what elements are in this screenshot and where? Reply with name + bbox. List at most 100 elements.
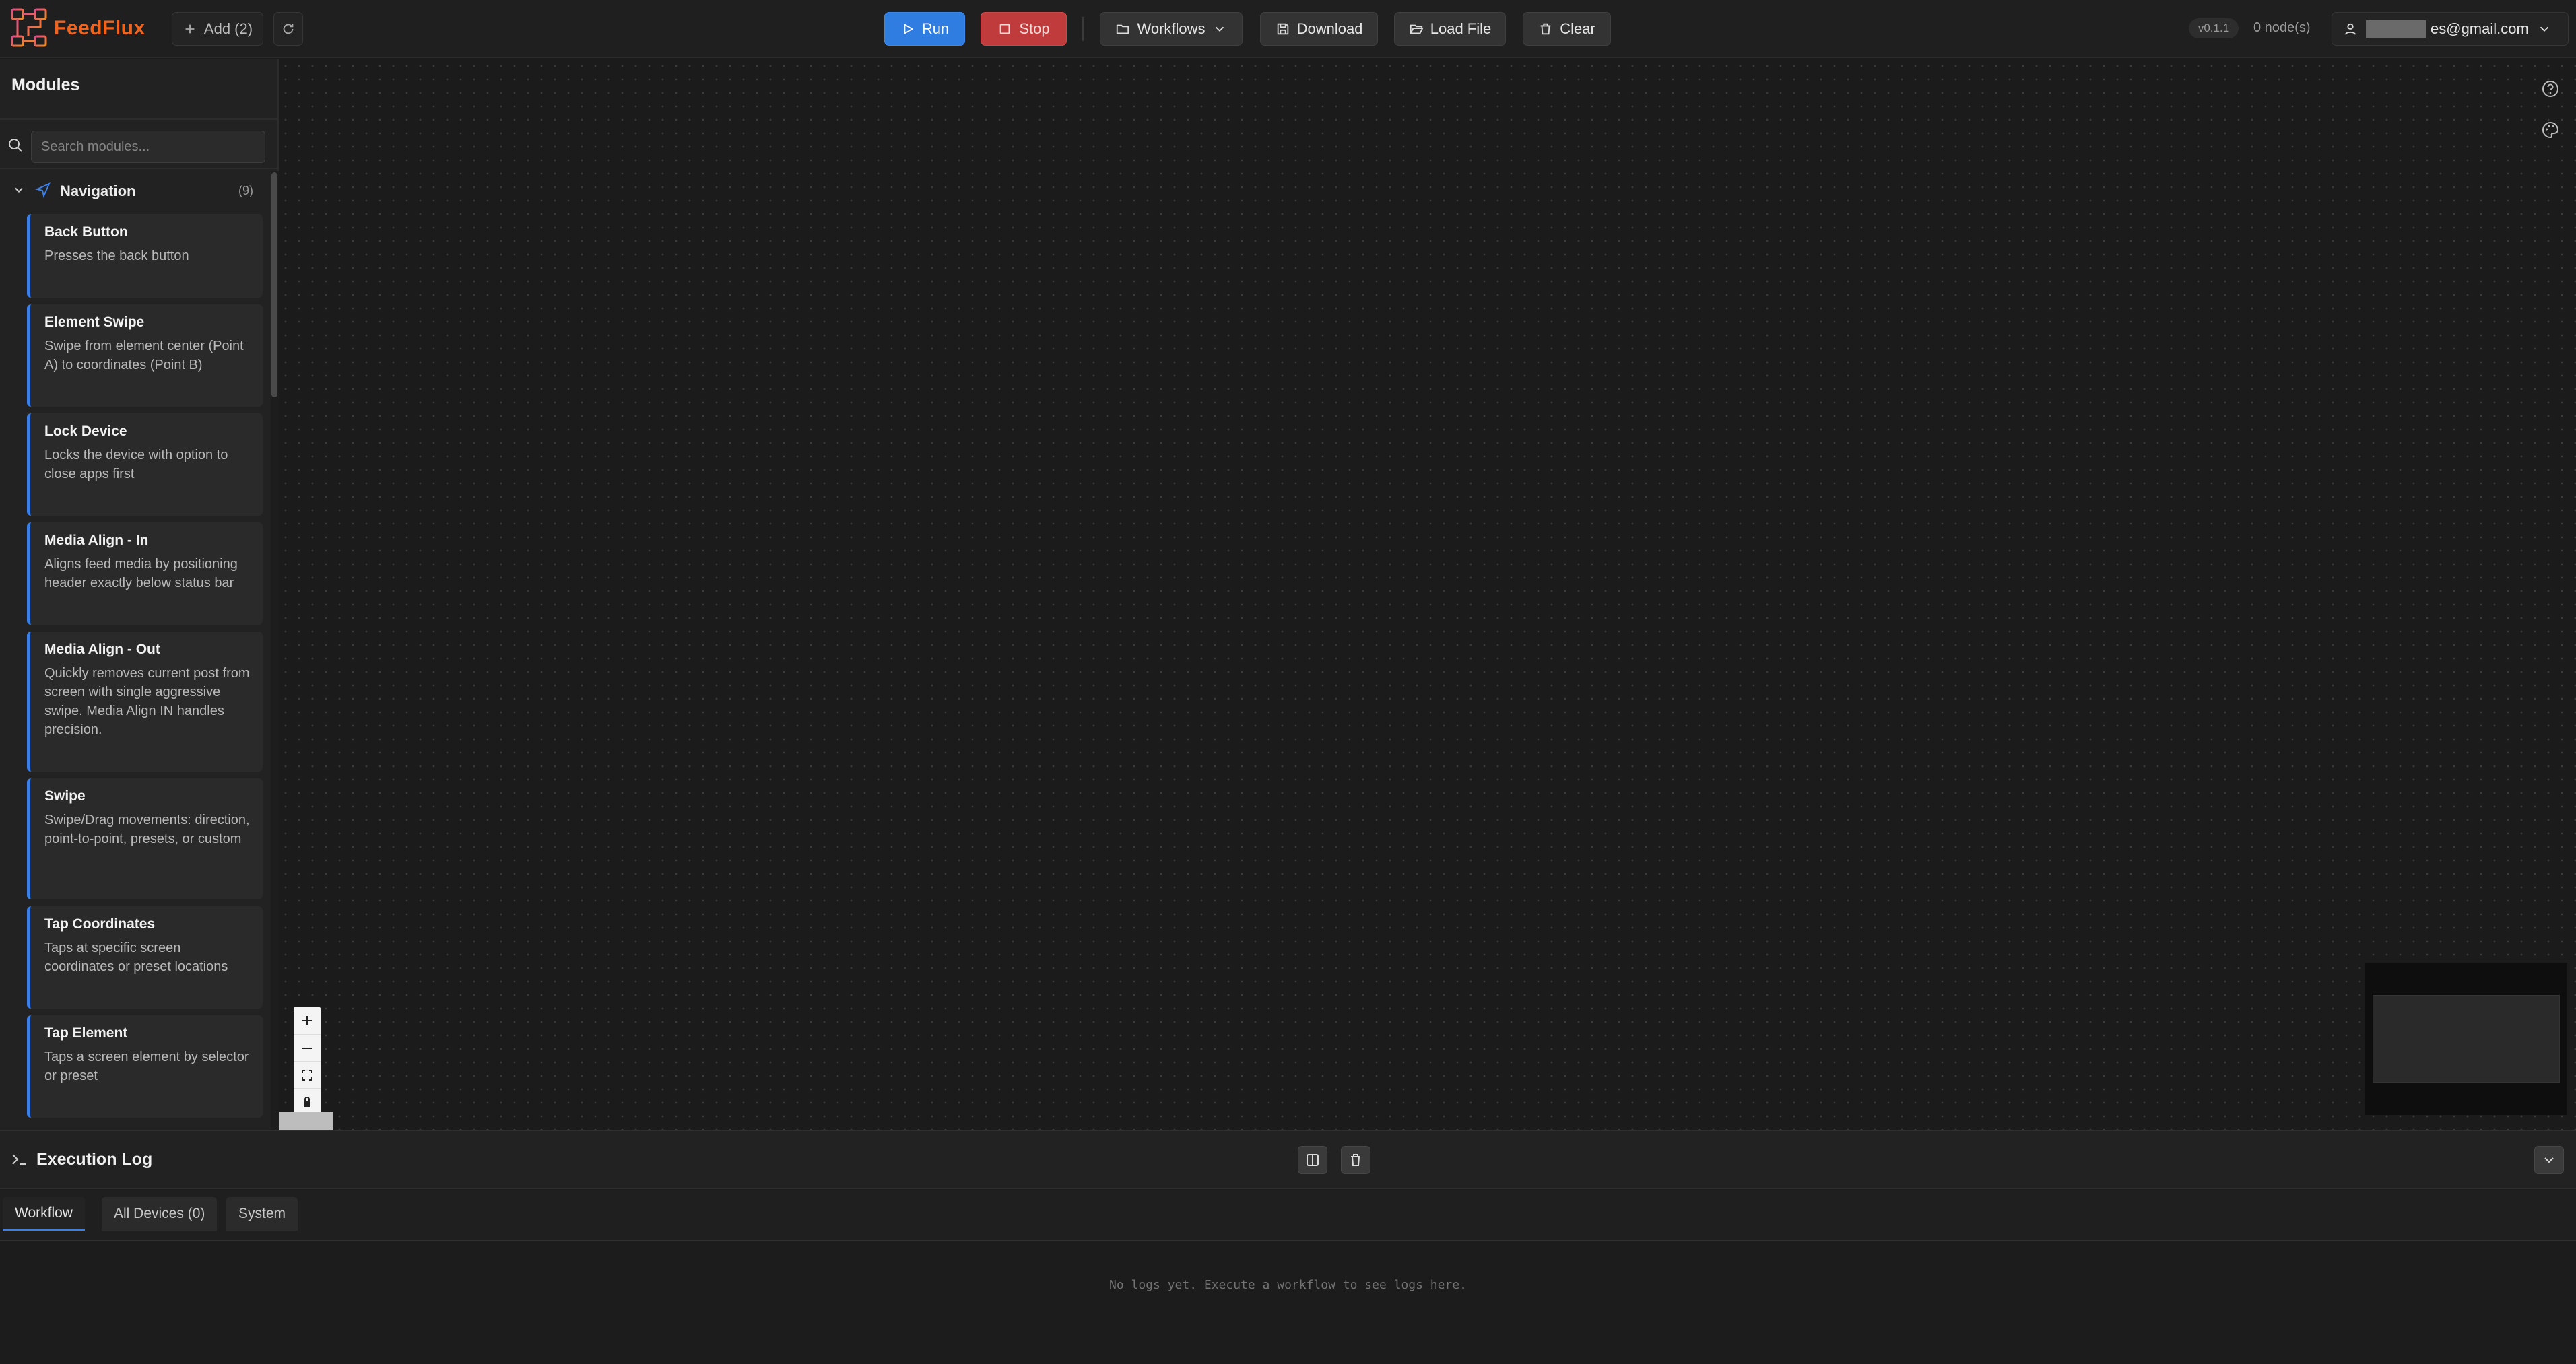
clear-label: Clear [1560, 20, 1595, 37]
plus-icon [185, 24, 195, 34]
play-icon [904, 23, 914, 35]
module-description: Taps a screen element by selector or pre… [44, 1050, 249, 1083]
load-file-label: Load File [1430, 20, 1492, 37]
chevron-down-icon [2544, 1157, 2554, 1163]
workflows-label: Workflows [1137, 20, 1206, 37]
module-list: Back Button Presses the back button Elem… [27, 214, 263, 1130]
module-description: Taps at specific screen coordinates or p… [44, 941, 228, 974]
search-icon [9, 139, 22, 152]
module-card[interactable]: Media Align - Out Quickly removes curren… [27, 632, 263, 772]
zoom-in-button[interactable] [294, 1007, 321, 1034]
feedflux-logo-icon [11, 8, 47, 47]
redacted-email-part [2366, 20, 2426, 38]
lock-button[interactable] [294, 1088, 321, 1115]
refresh-button[interactable] [273, 12, 303, 46]
tab-system[interactable]: System [226, 1197, 298, 1231]
user-menu[interactable]: es@gmail.com [2332, 12, 2569, 46]
toolbar-divider [1082, 17, 1084, 41]
module-title: Back Button [44, 224, 128, 240]
clear-button[interactable]: Clear [1523, 12, 1611, 46]
download-button[interactable]: Download [1260, 12, 1378, 46]
version-badge: v0.1.1 [2189, 18, 2239, 38]
palette-icon[interactable] [2540, 120, 2561, 140]
module-description: Quickly removes current post from screen… [44, 666, 250, 737]
execution-log-panel: Execution Log Workflow All Devices (0) S… [0, 1130, 2576, 1364]
fit-view-icon [302, 1069, 312, 1081]
user-email: es@gmail.com [2431, 20, 2529, 37]
module-card[interactable]: Media Align - In Aligns feed media by po… [27, 522, 263, 625]
canvas-attribution [279, 1112, 333, 1130]
lock-icon [304, 1096, 310, 1107]
module-title: Tap Element [44, 1025, 128, 1041]
stop-button[interactable]: Stop [981, 12, 1067, 46]
module-description: Aligns feed media by positioning header … [44, 557, 238, 590]
module-title: Media Align - Out [44, 642, 160, 657]
modules-sidebar: Modules Navigation (9) Back Button Press… [0, 59, 279, 1130]
module-card[interactable]: Tap Element Taps a screen element by sel… [27, 1015, 263, 1118]
tab-all-devices[interactable]: All Devices (0) [102, 1197, 218, 1231]
module-card[interactable]: Tap Coordinates Taps at specific screen … [27, 906, 263, 1009]
user-icon [2344, 23, 2356, 35]
module-description: Swipe from element center (Point A) to c… [44, 339, 244, 372]
module-card[interactable]: Swipe Swipe/Drag movements: direction, p… [27, 778, 263, 899]
sidebar-title: Modules [11, 75, 80, 94]
tab-workflow[interactable]: Workflow [3, 1197, 85, 1231]
run-button-label: Run [921, 20, 950, 37]
workflows-dropdown[interactable]: Workflows [1100, 12, 1243, 46]
chevron-down-icon [15, 187, 23, 193]
category-label: Navigation [60, 182, 136, 199]
module-title: Media Align - In [44, 533, 149, 548]
add-button[interactable]: Add (2) [172, 12, 263, 46]
top-bar: FeedFlux Add (2) Run Stop Workflows Down… [0, 0, 2576, 58]
plus-icon [302, 1016, 312, 1025]
run-button[interactable]: Run [884, 12, 965, 46]
module-title: Swipe [44, 788, 86, 804]
load-file-button[interactable]: Load File [1394, 12, 1506, 46]
split-view-button[interactable] [1298, 1146, 1327, 1174]
sidebar-scrollbar[interactable] [271, 172, 277, 397]
collapse-log-button[interactable] [2534, 1146, 2564, 1174]
module-card[interactable]: Lock Device Locks the device with option… [27, 413, 263, 516]
module-title: Tap Coordinates [44, 916, 156, 932]
zoom-out-button[interactable] [294, 1034, 321, 1061]
split-view-icon [1307, 1154, 1319, 1166]
refresh-icon [283, 24, 294, 34]
help-icon[interactable] [2540, 79, 2561, 99]
add-button-label: Add (2) [203, 20, 253, 37]
minimap-viewport[interactable] [2373, 995, 2560, 1083]
save-icon [1277, 23, 1288, 35]
module-card[interactable]: Back Button Presses the back button [27, 214, 263, 298]
category-navigation[interactable]: Navigation (9) [0, 175, 269, 206]
category-count: (9) [238, 184, 253, 197]
module-description: Swipe/Drag movements: direction, point-t… [44, 813, 250, 846]
search-bar [0, 118, 279, 169]
folder-open-icon [1410, 24, 1424, 34]
search-input[interactable] [31, 131, 265, 163]
chevron-down-icon [2540, 26, 2548, 32]
app-name: FeedFlux [54, 17, 145, 39]
node-count: 0 node(s) [2253, 20, 2311, 35]
stop-icon [1000, 24, 1010, 34]
clear-logs-button[interactable] [1341, 1146, 1370, 1174]
module-title: Lock Device [44, 423, 127, 439]
fit-view-button[interactable] [294, 1061, 321, 1088]
trash-icon [1540, 23, 1551, 35]
stop-button-label: Stop [1019, 20, 1050, 37]
terminal-icon [12, 1154, 26, 1165]
folder-icon [1117, 24, 1129, 34]
log-header: Execution Log [0, 1131, 2576, 1189]
module-description: Presses the back button [44, 248, 189, 263]
module-description: Locks the device with option to close ap… [44, 448, 228, 481]
navigation-icon [35, 182, 51, 198]
zoom-controls [294, 1007, 321, 1116]
module-title: Element Swipe [44, 314, 145, 330]
log-tabs: Workflow All Devices (0) System [0, 1190, 2576, 1241]
app-logo[interactable]: FeedFlux [9, 7, 145, 50]
download-label: Download [1296, 20, 1363, 37]
empty-log-message: No logs yet. Execute a workflow to see l… [1109, 1278, 1467, 1292]
module-card[interactable]: Element Swipe Swipe from element center … [27, 304, 263, 407]
chevron-down-icon [1215, 26, 1224, 32]
minus-icon [302, 1047, 312, 1049]
workflow-canvas[interactable] [279, 59, 2576, 1130]
trash-icon [1351, 1154, 1360, 1166]
